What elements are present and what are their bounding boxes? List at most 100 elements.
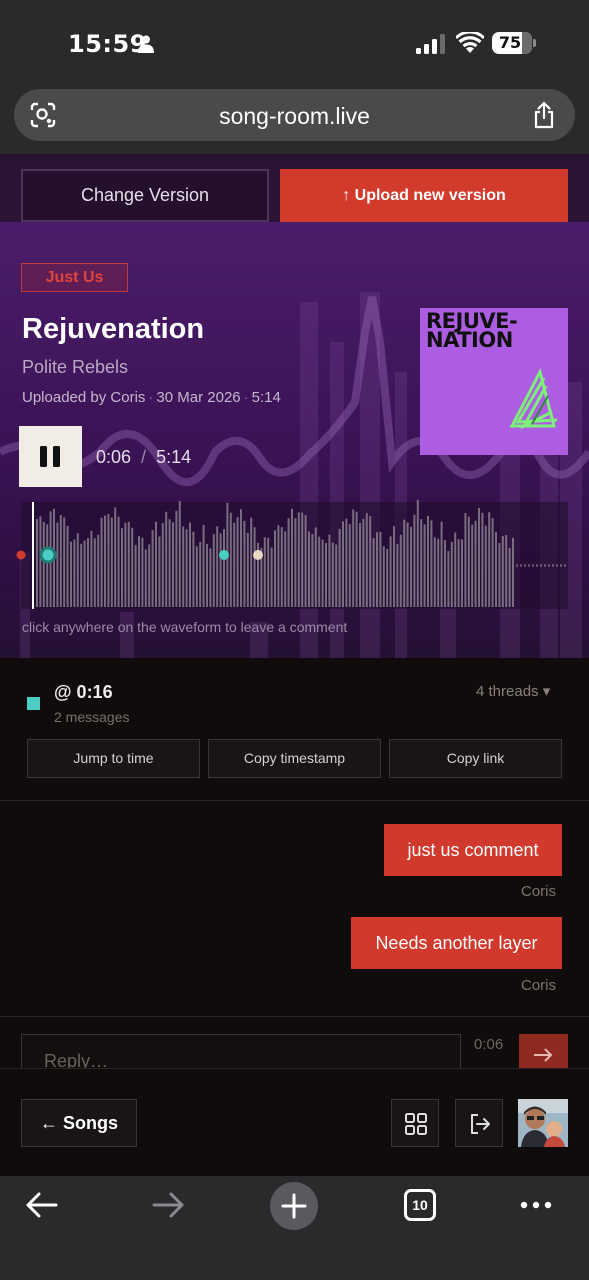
threads-dropdown[interactable]: 4 threads ▾ bbox=[476, 682, 550, 700]
waveform-bar bbox=[202, 524, 205, 607]
change-version-button[interactable]: Change Version bbox=[21, 169, 269, 222]
waveform-bar bbox=[131, 527, 134, 607]
waveform-bar bbox=[199, 542, 202, 607]
back-arrow-icon[interactable] bbox=[26, 1192, 58, 1218]
version-toolbar: Change Version ↑ Upload new version bbox=[0, 154, 589, 222]
waveform-bar bbox=[444, 540, 446, 607]
waveform-tail-bar bbox=[536, 564, 538, 567]
time-readout: 0:06/5:14 bbox=[96, 447, 192, 467]
waveform-tail-bar bbox=[560, 564, 562, 567]
waveform-bar bbox=[471, 524, 474, 607]
app-bottom-bar: ← Songs bbox=[0, 1068, 589, 1176]
waveform-bar bbox=[287, 518, 290, 607]
divider bbox=[0, 800, 589, 801]
waveform-bar bbox=[246, 532, 249, 607]
message-author: Coris bbox=[521, 977, 557, 994]
send-reply-button[interactable] bbox=[519, 1034, 568, 1068]
waveform-bar bbox=[365, 513, 368, 607]
album-cover: REJUVE- NATION bbox=[420, 308, 568, 455]
grid-view-button[interactable] bbox=[391, 1099, 439, 1147]
waveform-bar bbox=[284, 531, 287, 607]
waveform-bar bbox=[457, 539, 460, 607]
waveform-bar bbox=[393, 526, 395, 607]
reply-input[interactable]: Reply… bbox=[21, 1034, 461, 1068]
upload-new-version-button[interactable]: ↑ Upload new version bbox=[280, 169, 568, 222]
waveform-bar bbox=[410, 526, 412, 607]
waveform-bar bbox=[209, 548, 212, 607]
waveform-bar bbox=[87, 538, 89, 607]
grid-icon bbox=[405, 1113, 427, 1135]
waveform-tail-bar bbox=[528, 564, 530, 567]
comment-marker[interactable] bbox=[219, 550, 229, 560]
waveform-tail-bar bbox=[548, 564, 550, 567]
waveform-bar bbox=[321, 539, 324, 607]
copy-link-button[interactable]: Copy link bbox=[389, 739, 562, 778]
waveform-bar bbox=[406, 522, 409, 607]
arrow-right-icon bbox=[534, 1048, 553, 1062]
jump-to-time-button[interactable]: Jump to time bbox=[27, 739, 200, 778]
cover-title-text: REJUVE- NATION bbox=[426, 309, 518, 352]
new-tab-button[interactable] bbox=[270, 1182, 318, 1230]
waveform-bar bbox=[59, 515, 62, 607]
waveform-bar bbox=[185, 529, 188, 607]
message-bubble: just us comment bbox=[384, 824, 562, 876]
waveform-bar bbox=[495, 532, 497, 607]
waveform-bar bbox=[63, 517, 66, 607]
waveform-bar bbox=[219, 533, 222, 607]
waveform-bar bbox=[189, 522, 191, 607]
waveform-tail-bar bbox=[544, 564, 546, 567]
waveform[interactable] bbox=[0, 500, 589, 612]
waveform-bar bbox=[508, 548, 511, 607]
waveform-bar bbox=[114, 507, 117, 607]
total-time: 5:14 bbox=[156, 447, 192, 467]
comment-marker[interactable] bbox=[39, 546, 57, 564]
waveform-bar bbox=[433, 537, 436, 607]
user-avatar[interactable] bbox=[518, 1099, 568, 1147]
waveform-bar bbox=[386, 548, 389, 607]
waveform-bar bbox=[362, 518, 365, 607]
waveform-bar bbox=[277, 525, 280, 607]
waveform-bar bbox=[379, 531, 382, 607]
waveform-bar bbox=[250, 517, 253, 607]
song-duration: 5:14 bbox=[251, 389, 281, 406]
waveform-bar bbox=[36, 519, 38, 607]
waveform-bar bbox=[430, 520, 433, 607]
sign-out-icon bbox=[471, 1114, 490, 1134]
waveform-bar bbox=[80, 543, 83, 607]
waveform-bar bbox=[304, 515, 307, 607]
waveform-bar bbox=[352, 509, 355, 607]
waveform-bar bbox=[182, 526, 185, 607]
playhead[interactable] bbox=[32, 502, 34, 609]
waveform-bar bbox=[464, 513, 467, 607]
waveform-bar bbox=[345, 518, 348, 607]
comment-marker[interactable] bbox=[253, 550, 263, 560]
waveform-bar bbox=[505, 535, 508, 607]
url-text: song-room.live bbox=[219, 103, 370, 129]
sign-out-button[interactable] bbox=[455, 1099, 503, 1147]
forward-arrow-icon[interactable] bbox=[152, 1192, 184, 1218]
waveform-bar bbox=[338, 528, 341, 607]
thread-color-marker bbox=[27, 697, 40, 710]
waveform-bar bbox=[144, 549, 147, 607]
waveform-tail-bar bbox=[532, 564, 534, 567]
share-icon[interactable] bbox=[532, 101, 556, 129]
waveform-bar bbox=[206, 544, 208, 607]
waveform-bar bbox=[481, 512, 484, 607]
waveform-bar bbox=[331, 542, 334, 607]
tabs-count-button[interactable]: 10 bbox=[404, 1189, 436, 1221]
waveform-bar bbox=[403, 519, 406, 607]
divider bbox=[0, 1016, 589, 1017]
room-tag[interactable]: Just Us bbox=[21, 263, 128, 292]
comment-marker[interactable] bbox=[16, 550, 26, 560]
back-to-songs-button[interactable]: ← Songs bbox=[21, 1099, 137, 1147]
waveform-bar bbox=[359, 523, 361, 607]
pause-button[interactable] bbox=[19, 426, 82, 487]
waveform-bar bbox=[416, 500, 419, 607]
waveform-bar bbox=[39, 516, 42, 607]
waveform-bar bbox=[335, 544, 338, 607]
waveform-bar bbox=[124, 522, 127, 607]
address-bar[interactable]: song-room.live bbox=[14, 89, 575, 141]
copy-timestamp-button[interactable]: Copy timestamp bbox=[208, 739, 381, 778]
signal-icon bbox=[416, 34, 445, 54]
more-options-icon[interactable] bbox=[520, 1200, 552, 1210]
